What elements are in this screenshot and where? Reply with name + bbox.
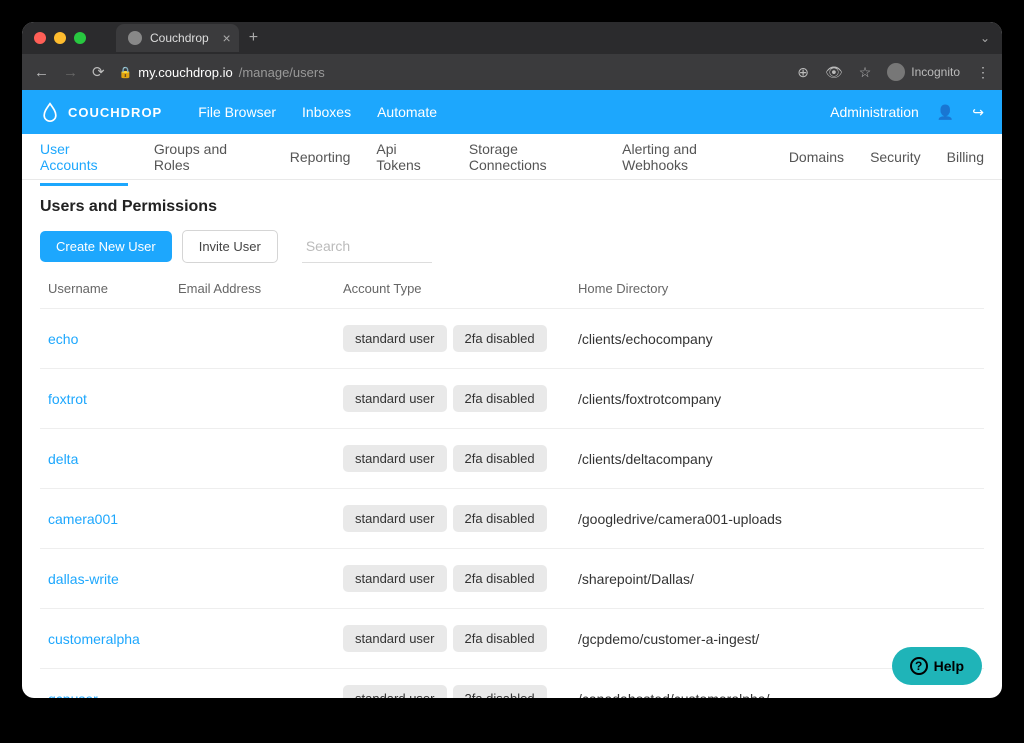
- tab-reporting[interactable]: Reporting: [290, 136, 351, 178]
- logout-icon[interactable]: ↪: [972, 104, 984, 121]
- brand-text: COUCHDROP: [68, 105, 162, 120]
- twofa-pill: 2fa disabled: [453, 325, 547, 352]
- nav-file-browser[interactable]: File Browser: [198, 104, 276, 120]
- table-row[interactable]: echo standard user2fa disabled/clients/ec…: [40, 309, 984, 369]
- tab-api-tokens[interactable]: Api Tokens: [376, 128, 442, 186]
- home-dir-cell: /clients/deltacompany: [570, 429, 984, 489]
- administration-link[interactable]: Administration: [830, 104, 919, 120]
- account-type-pill: standard user: [343, 325, 447, 352]
- window-minimize-dot[interactable]: [54, 32, 66, 44]
- page-title: Users and Permissions: [40, 198, 984, 216]
- table-row[interactable]: foxtrot standard user2fa disabled/clients…: [40, 369, 984, 429]
- home-dir-cell: /clients/foxtrotcompany: [570, 369, 984, 429]
- table-row[interactable]: gcpuserstandard user2fa disabled/canadah…: [40, 669, 984, 699]
- zoom-icon[interactable]: ⊕: [797, 64, 809, 81]
- nav-reload-icon[interactable]: ⟳: [92, 63, 105, 81]
- username-link[interactable]: camera001: [48, 511, 118, 527]
- username-link[interactable]: customeralpha: [48, 631, 140, 647]
- browser-tab[interactable]: Couchdrop ×: [116, 24, 239, 52]
- twofa-pill: 2fa disabled: [453, 505, 547, 532]
- table-row[interactable]: delta standard user2fa disabled/clients/d…: [40, 429, 984, 489]
- email-cell: [170, 489, 335, 549]
- email-cell: [170, 429, 335, 489]
- new-tab-button[interactable]: +: [249, 29, 258, 47]
- brand-logo[interactable]: COUCHDROP: [40, 102, 162, 122]
- twofa-pill: 2fa disabled: [453, 445, 547, 472]
- window-maximize-dot[interactable]: [74, 32, 86, 44]
- tab-billing[interactable]: Billing: [947, 136, 984, 178]
- nav-forward-icon[interactable]: →: [63, 64, 78, 81]
- twofa-pill: 2fa disabled: [453, 565, 547, 592]
- tab-storage-connections[interactable]: Storage Connections: [469, 128, 596, 186]
- create-user-button[interactable]: Create New User: [40, 231, 172, 262]
- table-row[interactable]: camera001 standard user2fa disabled/googl…: [40, 489, 984, 549]
- url-display[interactable]: 🔒 my.couchdrop.io/manage/users: [119, 65, 784, 80]
- account-type-pill: standard user: [343, 385, 447, 412]
- eye-off-icon[interactable]: 👁: [825, 64, 843, 81]
- url-domain: my.couchdrop.io: [138, 65, 232, 80]
- nav-back-icon[interactable]: ←: [34, 64, 49, 81]
- home-dir-cell: /sharepoint/Dallas/: [570, 549, 984, 609]
- window-close-dot[interactable]: [34, 32, 46, 44]
- table-row[interactable]: customeralphastandard user2fa disabled/g…: [40, 609, 984, 669]
- email-cell: [170, 549, 335, 609]
- account-type-pill: standard user: [343, 505, 447, 532]
- col-username: Username: [40, 269, 170, 309]
- username-link[interactable]: dallas-write: [48, 571, 119, 587]
- top-nav: File Browser Inboxes Automate: [198, 104, 437, 120]
- email-cell: [170, 669, 335, 699]
- users-table: Username Email Address Account Type Home…: [40, 269, 984, 698]
- col-home-dir: Home Directory: [570, 269, 984, 309]
- search-input[interactable]: [302, 230, 432, 263]
- tab-favicon-icon: [128, 31, 142, 45]
- sub-nav: User Accounts Groups and Roles Reporting…: [22, 134, 1002, 180]
- drop-icon: [40, 102, 60, 122]
- nav-inboxes[interactable]: Inboxes: [302, 104, 351, 120]
- tab-alerting-webhooks[interactable]: Alerting and Webhooks: [622, 128, 763, 186]
- incognito-label: Incognito: [911, 65, 960, 79]
- twofa-pill: 2fa disabled: [453, 385, 547, 412]
- help-label: Help: [934, 658, 964, 674]
- incognito-badge[interactable]: Incognito: [887, 63, 960, 81]
- home-dir-cell: /googledrive/camera001-uploads: [570, 489, 984, 549]
- account-type-pill: standard user: [343, 445, 447, 472]
- home-dir-cell: /clients/echocompany: [570, 309, 984, 369]
- col-email: Email Address: [170, 269, 335, 309]
- account-type-pill: standard user: [343, 565, 447, 592]
- lock-icon: 🔒: [119, 66, 133, 79]
- twofa-pill: 2fa disabled: [453, 625, 547, 652]
- browser-menu-icon[interactable]: ⋮: [976, 64, 990, 81]
- star-icon[interactable]: ☆: [859, 64, 872, 81]
- invite-user-button[interactable]: Invite User: [182, 230, 278, 263]
- url-path: /manage/users: [239, 65, 325, 80]
- browser-titlebar: Couchdrop × + ⌄: [22, 22, 1002, 54]
- twofa-pill: 2fa disabled: [453, 685, 547, 698]
- email-cell: [170, 609, 335, 669]
- col-account-type: Account Type: [335, 269, 570, 309]
- tab-groups-roles[interactable]: Groups and Roles: [154, 128, 264, 186]
- tab-title: Couchdrop: [150, 31, 209, 45]
- email-cell: [170, 309, 335, 369]
- toolbar: Create New User Invite User: [40, 230, 984, 263]
- username-link[interactable]: delta: [48, 451, 78, 467]
- account-type-pill: standard user: [343, 685, 447, 698]
- email-cell: [170, 369, 335, 429]
- username-link[interactable]: gcpuser: [48, 691, 98, 699]
- help-button[interactable]: ? Help: [892, 647, 982, 685]
- table-row[interactable]: dallas-write standard user2fa disabled/sh…: [40, 549, 984, 609]
- username-link[interactable]: echo: [48, 331, 78, 347]
- username-link[interactable]: foxtrot: [48, 391, 87, 407]
- tabs-overflow-icon[interactable]: ⌄: [980, 31, 990, 45]
- tab-close-icon[interactable]: ×: [223, 30, 231, 46]
- tab-user-accounts[interactable]: User Accounts: [40, 128, 128, 186]
- incognito-icon: [887, 63, 905, 81]
- nav-automate[interactable]: Automate: [377, 104, 437, 120]
- page-content: Users and Permissions Create New User In…: [22, 180, 1002, 698]
- account-type-pill: standard user: [343, 625, 447, 652]
- help-icon: ?: [910, 657, 928, 675]
- tab-domains[interactable]: Domains: [789, 136, 844, 178]
- user-icon[interactable]: 👤: [937, 104, 954, 121]
- tab-security[interactable]: Security: [870, 136, 921, 178]
- browser-urlbar: ← → ⟳ 🔒 my.couchdrop.io/manage/users ⊕ 👁…: [22, 54, 1002, 90]
